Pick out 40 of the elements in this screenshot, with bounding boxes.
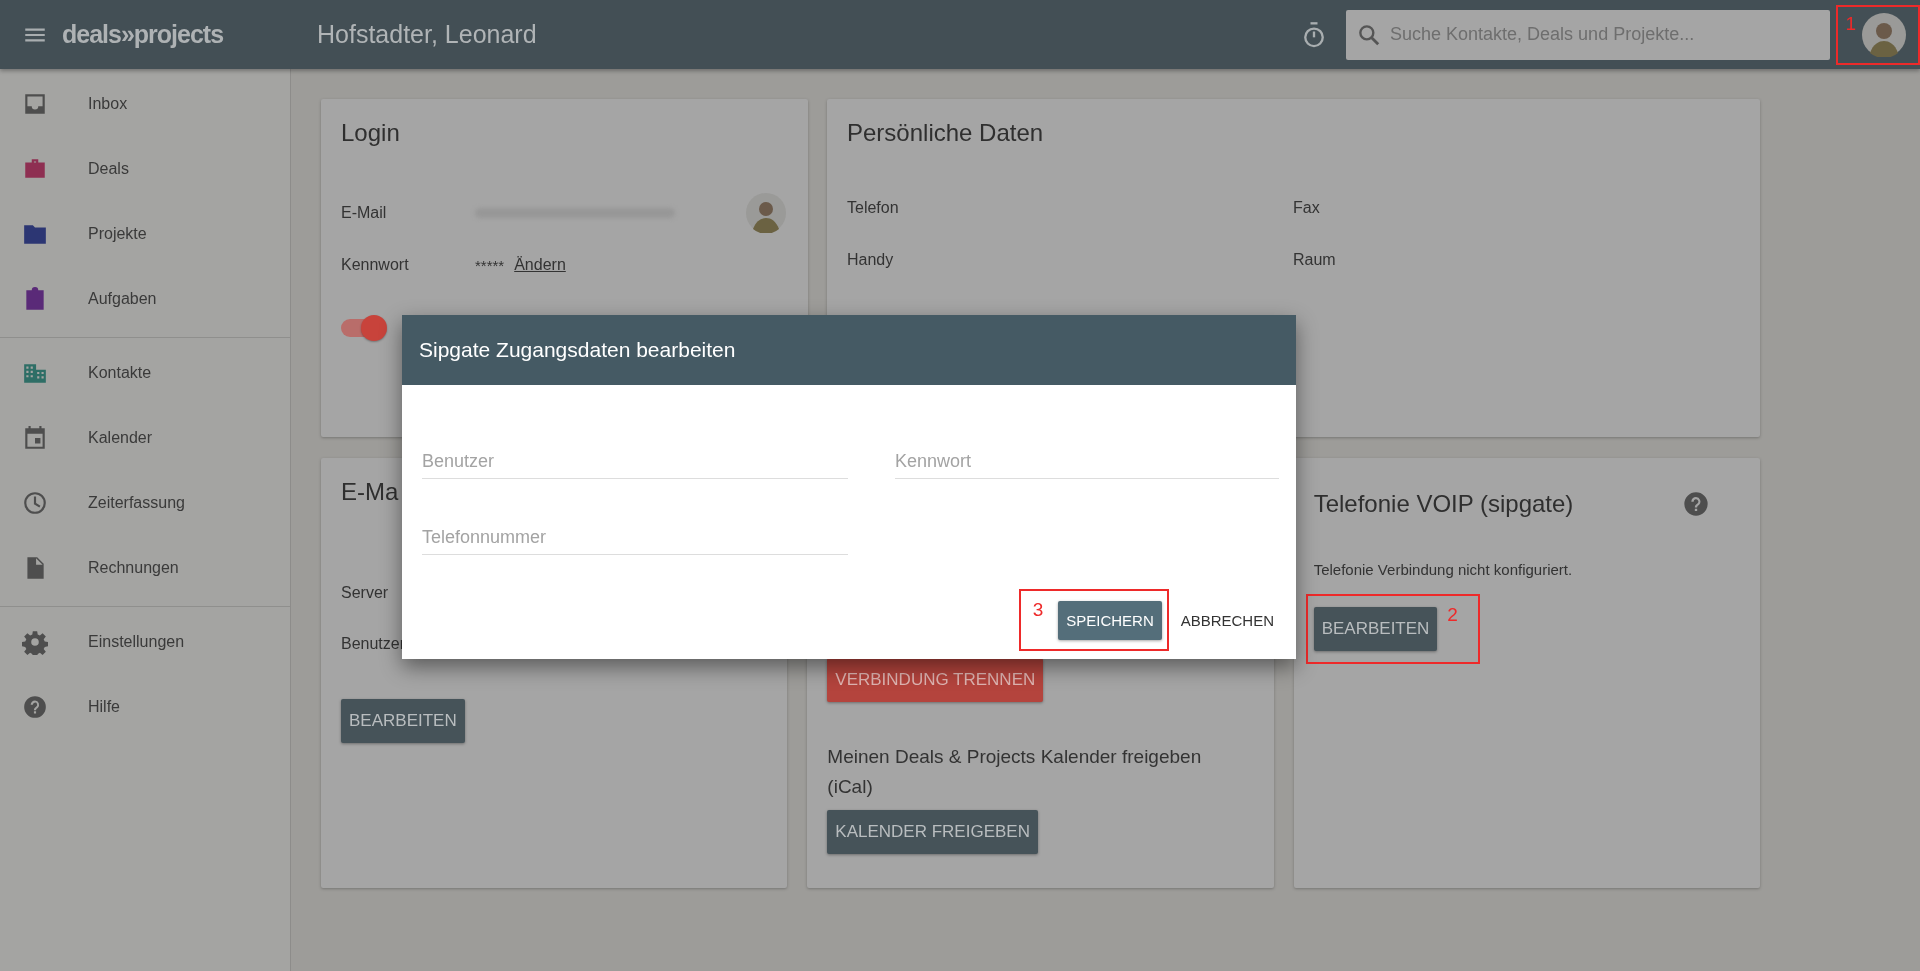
field-label: Benutzer [341,635,407,653]
field-label: Fax [1293,199,1321,217]
card-title: Login [341,119,401,147]
share-text: Meinen Deals & Projects Kalender freigeben (iCal) [827,745,1203,799]
edit-button[interactable]: BEARBEITEN [1313,607,1438,651]
field-label: E-Mail [341,204,388,222]
sidebar-item[interactable]: Projekte [0,201,290,266]
field-label: Telefon [847,199,900,217]
sidebar-item[interactable]: Zeiterfassung [0,470,290,535]
cancel-button[interactable]: ABBRECHEN [1172,601,1282,639]
share-calendar-button[interactable]: KALENDER FREIGEBEN [827,810,1038,854]
sidebar-item[interactable]: Inbox [0,71,290,136]
save-button[interactable]: SPEICHERN [1058,600,1162,640]
dialog-title: Sipgate Zugangsdaten bearbeiten [402,315,1296,385]
help-icon[interactable] [1682,490,1710,518]
edit-button[interactable]: BEARBEITEN [341,699,465,743]
disconnect-button[interactable]: VERBINDUNG TRENNEN [827,658,1044,702]
sidebar-item[interactable]: Kontakte [0,340,290,405]
sidebar-item[interactable]: Einstellungen [0,609,290,674]
annotation-number: 2 [1447,604,1458,626]
page-title: Hofstadter, Leonard [317,20,538,49]
sidebar-item[interactable]: Kalender [0,405,290,470]
field-label: Server [341,584,390,602]
field-label: Kennwort [341,256,410,274]
sidebar-item[interactable]: Hilfe [0,674,290,739]
card-title: E-Ma [341,478,400,506]
annotation-number: 3 [1032,599,1044,621]
change-link[interactable]: Ändern [514,256,566,274]
card-title: Persönliche Daten [847,119,1045,147]
logo[interactable]: deals»projects [62,20,317,49]
field-label: Raum [1293,251,1337,269]
avatar[interactable] [1862,12,1906,57]
sidebar-item[interactable]: Deals [0,136,290,201]
sidebar-item[interactable]: Aufgaben [0,266,290,331]
password-value: ***** [475,256,505,274]
sidebar-item[interactable]: Rechnungen [0,535,290,600]
annotation-number: 1 [1845,12,1856,35]
card-title: Telefonie VOIP (sipgate) [1313,490,1574,518]
field-label: Handy [847,251,895,269]
status-text: Telefonie Verbindung nicht konfiguriert. [1313,561,1574,578]
